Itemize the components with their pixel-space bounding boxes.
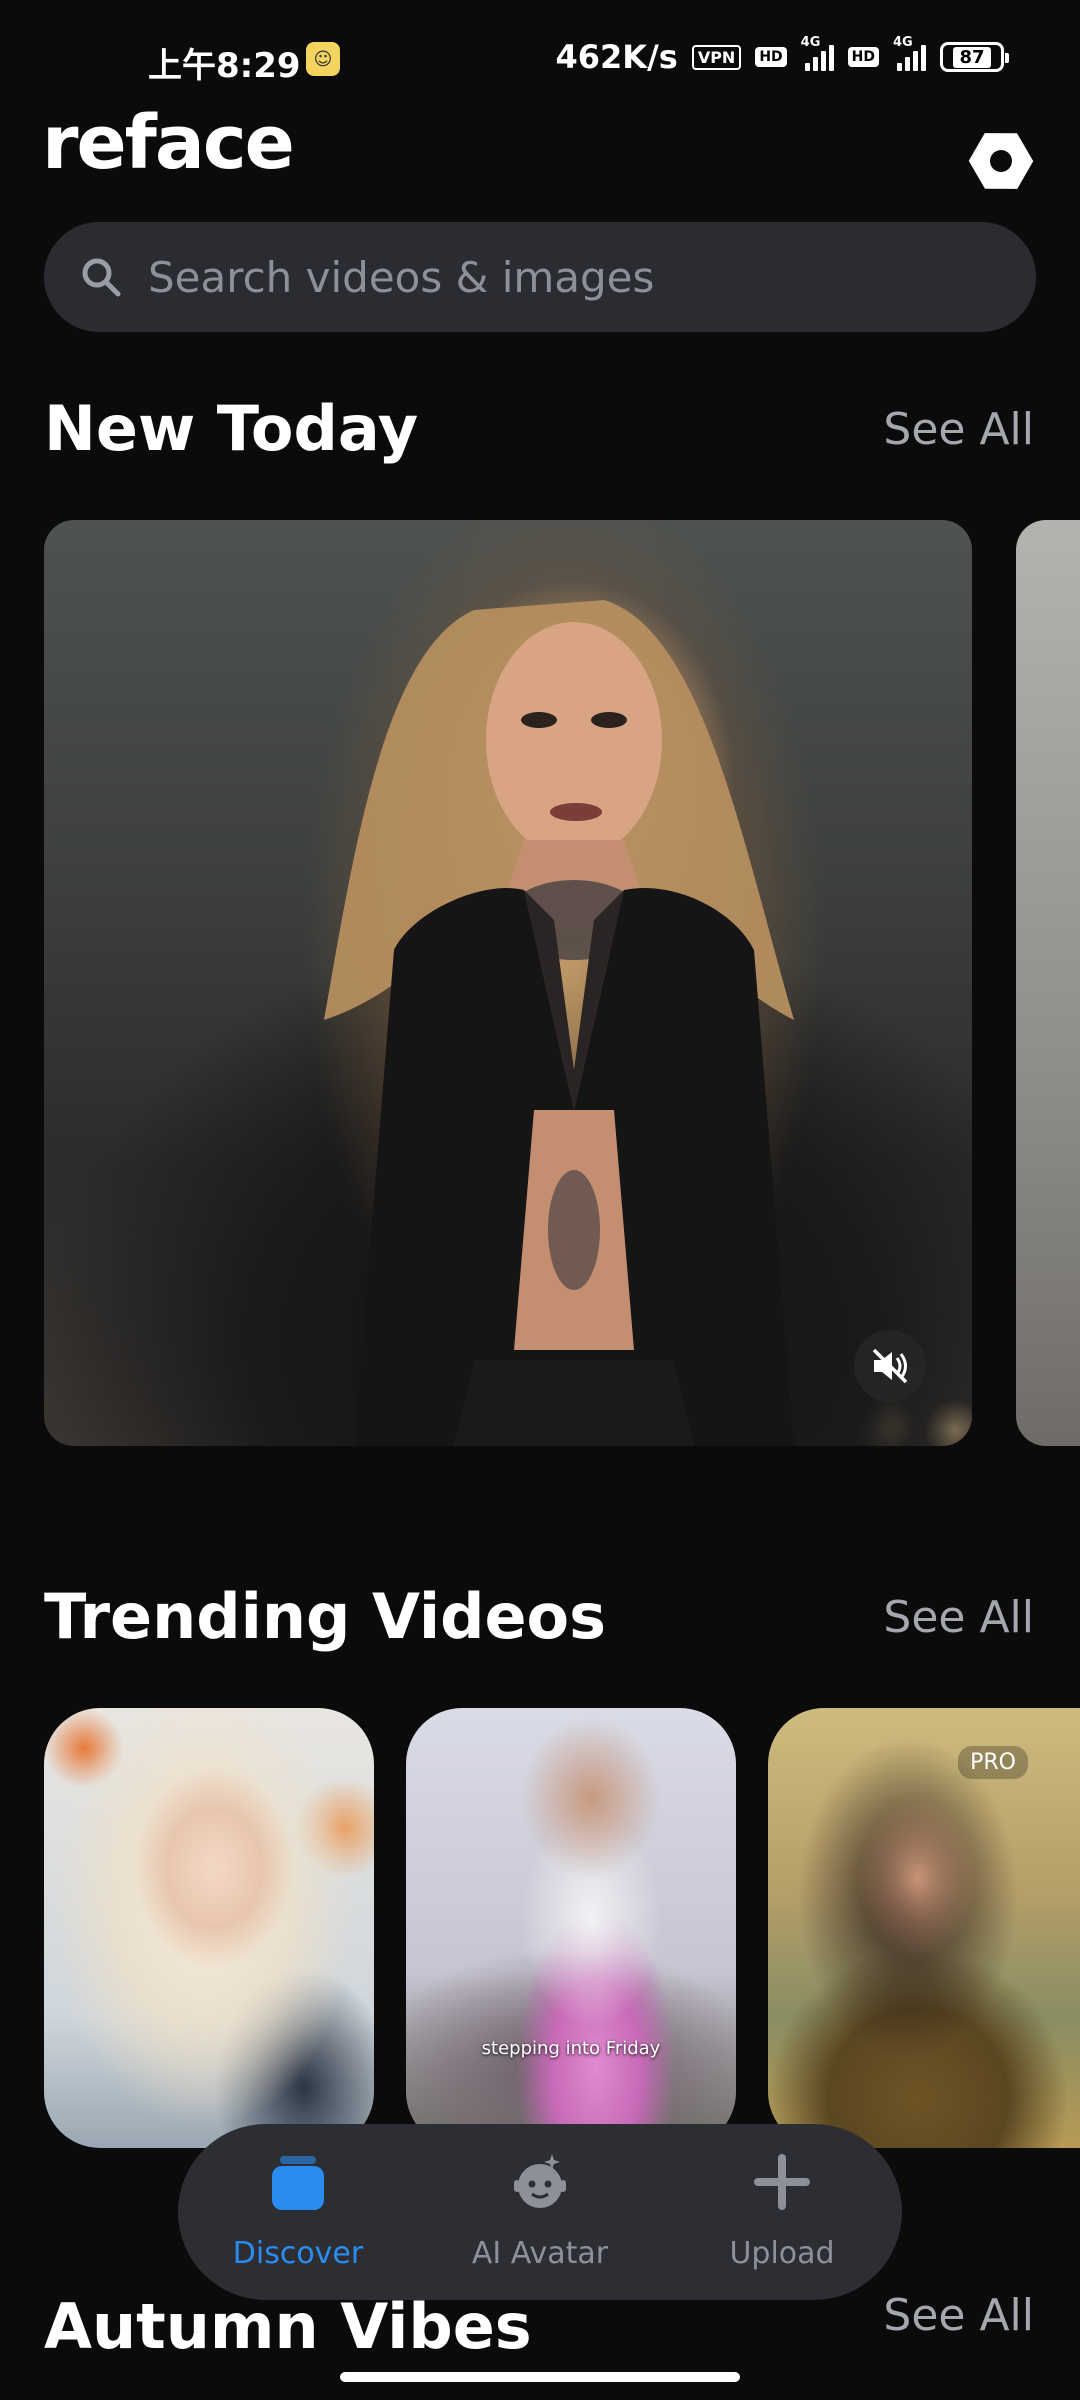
vpn-icon: VPN [691, 44, 742, 70]
settings-button[interactable] [966, 126, 1036, 196]
search-input[interactable]: Search videos & images [148, 253, 654, 302]
hd-icon: HD [755, 47, 787, 67]
status-right: 462K/s VPN HD 4G HD 4G 87 [555, 35, 1009, 76]
hexagon-settings-icon [968, 133, 1034, 189]
search-bar[interactable]: Search videos & images [44, 222, 1036, 332]
nav-discover[interactable]: Discover [198, 2144, 398, 2284]
nav-upload[interactable]: Upload [682, 2144, 882, 2284]
search-icon [82, 258, 121, 297]
section-title-new-today: New Today [44, 392, 419, 465]
app-logo: reface [42, 100, 295, 186]
speaker-muted-icon [872, 1348, 908, 1384]
see-all-autumn[interactable]: See All [883, 2290, 1034, 2341]
robot-avatar-icon [514, 2154, 566, 2208]
mute-button[interactable] [854, 1330, 926, 1402]
plus-icon [754, 2154, 810, 2210]
section-title-trending: Trending Videos [44, 1580, 607, 1653]
signal-icon: 4G [801, 35, 834, 71]
nav-ai-avatar[interactable]: AI Avatar [440, 2144, 640, 2284]
trending-video-card[interactable]: PRO [768, 1708, 1080, 2148]
nav-label: AI Avatar [471, 2236, 609, 2271]
new-today-next-card[interactable] [1016, 520, 1080, 1446]
trending-video-card[interactable]: stepping into Friday [406, 1708, 736, 2148]
bottom-nav: Discover AI Avatar Upload [178, 2124, 902, 2300]
stack-icon [272, 2156, 324, 2210]
see-all-new-today[interactable]: See All [883, 404, 1034, 455]
nav-label: Discover [232, 2236, 364, 2271]
home-indicator[interactable] [340, 2372, 740, 2382]
signal-icon: 4G [893, 35, 926, 71]
trending-video-card[interactable] [44, 1708, 374, 2148]
notification-app-icon: ☺ [306, 42, 340, 76]
pro-badge: PRO [958, 1746, 1028, 1779]
nav-label: Upload [729, 2236, 835, 2271]
hero-figure-illustration [324, 600, 794, 1446]
new-today-card[interactable] [44, 520, 972, 1446]
battery-level: 87 [953, 46, 991, 68]
see-all-trending[interactable]: See All [883, 1592, 1034, 1643]
video-caption: stepping into Friday [481, 2038, 661, 2059]
network-type: 4G [800, 35, 821, 50]
section-title-autumn: Autumn Vibes [44, 2290, 532, 2363]
battery-icon: 87 [940, 42, 1009, 72]
hd-icon: HD [847, 47, 879, 67]
status-time: 上午8:29 [148, 46, 301, 86]
network-speed: 462K/s [555, 38, 678, 76]
network-type: 4G [893, 35, 913, 50]
